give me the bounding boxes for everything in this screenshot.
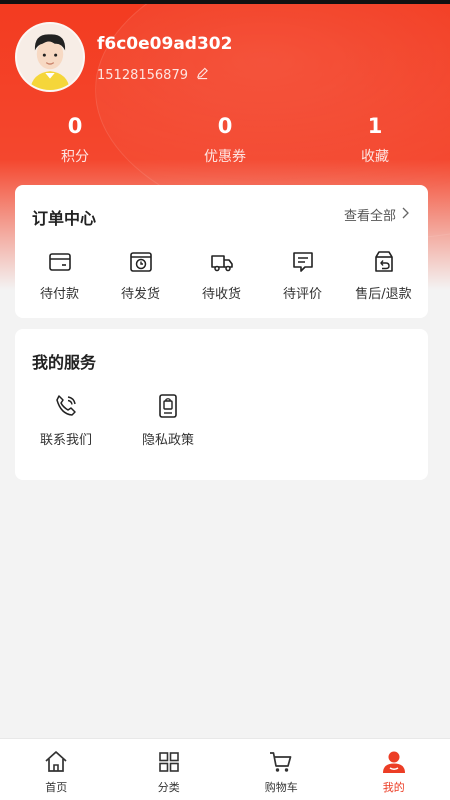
order-item-label: 待付款	[39, 287, 79, 302]
order-item-label: 待收货	[201, 287, 241, 302]
bottom-tab-bar: 首页 分类 购物车 我的	[0, 738, 450, 800]
tab-label: 首页	[45, 781, 68, 794]
chevron-right-icon	[400, 207, 410, 223]
phone-number: 15128156879	[97, 68, 188, 83]
my-services-card: 我的服务 联系我们 隐私政策	[15, 329, 428, 480]
edit-icon[interactable]	[196, 67, 209, 84]
service-label: 隐私政策	[141, 433, 194, 448]
order-center-card: 订单中心 查看全部 待付款 待发货 待收货 待评价 售后/退款	[15, 185, 428, 318]
phone-number-row: 15128156879	[97, 67, 209, 84]
grid-icon	[113, 749, 226, 775]
home-icon	[0, 749, 113, 775]
stat-label: 优惠券	[204, 149, 246, 165]
order-pending-receipt[interactable]: 待收货	[184, 249, 260, 302]
package-clock-icon	[103, 249, 179, 275]
service-privacy-policy[interactable]: 隐私政策	[117, 393, 219, 448]
service-contact-us[interactable]: 联系我们	[15, 393, 117, 448]
tab-home[interactable]: 首页	[0, 739, 113, 800]
username: f6c0e09ad302	[97, 34, 233, 54]
stat-favorites[interactable]: 1 收藏	[300, 112, 450, 166]
stat-value: 0	[217, 114, 233, 138]
my-services-title: 我的服务	[32, 353, 97, 372]
tab-cart[interactable]: 购物车	[225, 739, 338, 800]
stat-label: 积分	[61, 149, 89, 165]
tab-label: 分类	[157, 781, 180, 794]
user-icon	[338, 749, 450, 775]
stats-row: 0 积分 0 优惠券 1 收藏	[0, 112, 450, 166]
status-bar	[0, 0, 450, 4]
tab-mine[interactable]: 我的	[338, 739, 450, 800]
return-box-icon	[346, 249, 422, 275]
stat-value: 0	[67, 114, 83, 138]
truck-icon	[184, 249, 260, 275]
order-pending-shipment[interactable]: 待发货	[103, 249, 179, 302]
stat-points[interactable]: 0 积分	[0, 112, 150, 166]
order-center-title: 订单中心	[32, 209, 97, 228]
services-row: 联系我们 隐私政策	[15, 393, 219, 448]
order-status-row: 待付款 待发货 待收货 待评价 售后/退款	[15, 249, 428, 302]
phone-icon	[15, 393, 117, 419]
comment-icon	[265, 249, 341, 275]
document-icon	[117, 393, 219, 419]
view-all-label: 查看全部	[343, 209, 396, 224]
order-pending-payment[interactable]: 待付款	[22, 249, 98, 302]
stat-coupons[interactable]: 0 优惠券	[150, 112, 300, 166]
tab-label: 我的	[382, 781, 405, 794]
order-item-label: 售后/退款	[355, 287, 412, 302]
order-after-sales[interactable]: 售后/退款	[346, 249, 422, 302]
cart-icon	[225, 749, 338, 775]
service-label: 联系我们	[39, 433, 92, 448]
stat-value: 1	[367, 114, 383, 138]
order-pending-review[interactable]: 待评价	[265, 249, 341, 302]
order-item-label: 待发货	[120, 287, 160, 302]
order-item-label: 待评价	[282, 287, 322, 302]
wallet-icon	[22, 249, 98, 275]
view-all-orders-link[interactable]: 查看全部	[344, 205, 410, 224]
tab-label: 购物车	[264, 781, 298, 794]
tab-category[interactable]: 分类	[113, 739, 226, 800]
avatar[interactable]	[15, 22, 85, 92]
stat-label: 收藏	[361, 149, 389, 165]
